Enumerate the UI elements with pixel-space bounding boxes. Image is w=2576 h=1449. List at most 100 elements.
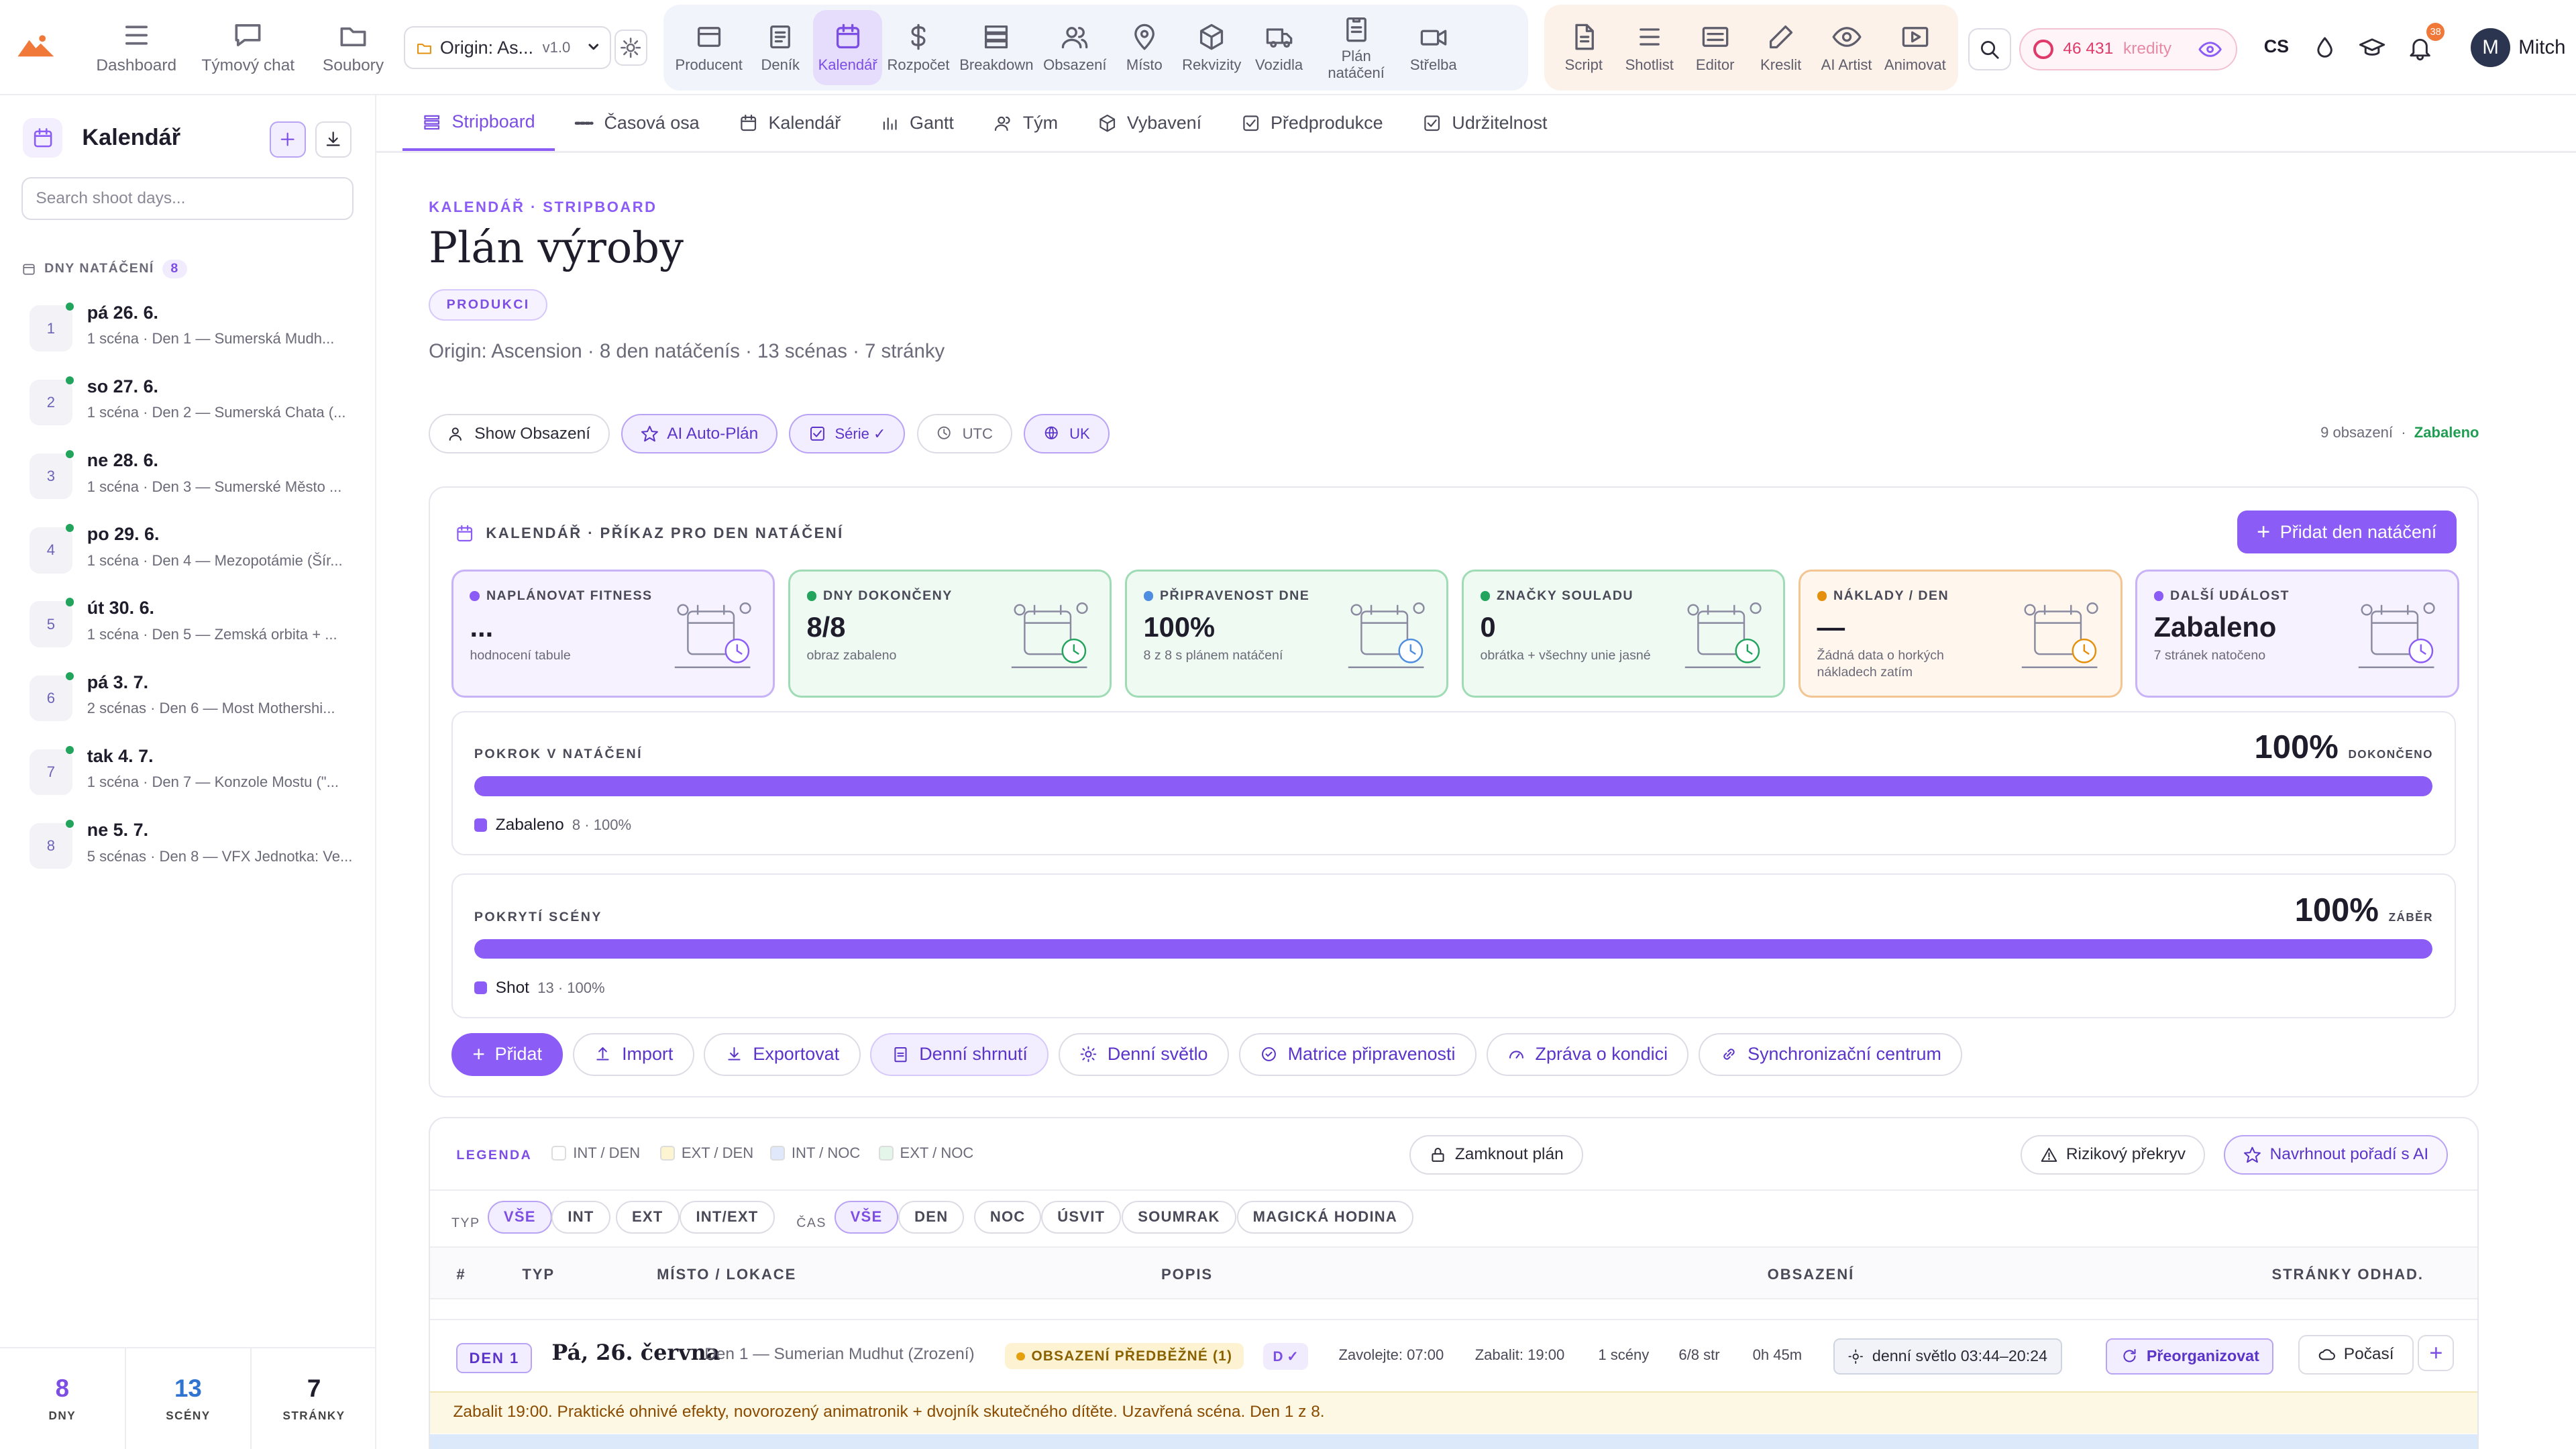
readiness-matrix-button[interactable]: Matrice připravenosti	[1238, 1032, 1477, 1076]
plus-icon: +	[472, 1042, 485, 1067]
tab-sustainability[interactable]: Udržitelnost	[1403, 95, 1567, 151]
graduation-cap-icon[interactable]	[2357, 34, 2387, 60]
daylight-button[interactable]: Denní světlo	[1058, 1032, 1229, 1076]
add-day-icon[interactable]	[269, 121, 306, 158]
tool-script[interactable]: Script	[1551, 10, 1617, 86]
stat-value: 13	[174, 1374, 202, 1402]
weather-button[interactable]: Počasí	[2298, 1335, 2414, 1375]
reorganize-button[interactable]: Přeorganizovat	[2106, 1338, 2274, 1375]
tab-team[interactable]: Tým	[973, 95, 1077, 151]
settings-gear-icon[interactable]	[614, 30, 647, 66]
user-name[interactable]: Mitch	[2518, 36, 2565, 59]
credits-pill[interactable]: 46 431 kredity	[2019, 28, 2238, 71]
kpi-card[interactable]: ZNAČKY SOULADU 0 obrátka + všechny unie ja…	[1462, 570, 1786, 698]
ai-order-button[interactable]: Navrhnout pořadí s AI	[2224, 1134, 2449, 1175]
filter-time-dusk[interactable]: SOUMRAK	[1122, 1200, 1236, 1234]
tab-stripboard[interactable]: Stripboard	[402, 95, 555, 152]
tool-ai-artist[interactable]: AI Artist	[1814, 10, 1880, 86]
tab-preproduction[interactable]: Předprodukce	[1222, 95, 1403, 151]
filter-type-all[interactable]: VŠE	[487, 1200, 552, 1234]
kpi-value: ...	[470, 611, 494, 643]
filter-time-day[interactable]: DEN	[898, 1200, 965, 1234]
avatar[interactable]: M	[2471, 28, 2511, 68]
ai-auto-plan-button[interactable]: AI Auto-Plán	[621, 414, 778, 453]
show-cast-button[interactable]: Show Obsazení	[429, 414, 610, 453]
daily-summary-button[interactable]: Denní shrnutí	[870, 1032, 1049, 1076]
series-toggle[interactable]: Série ✓	[789, 414, 906, 453]
tool-editor[interactable]: Editor	[1682, 10, 1748, 86]
project-selector[interactable]: Origin: As... v1.0	[404, 26, 611, 69]
kpi-card[interactable]: DNY DOKONČENY 8/8 obraz zabaleno	[788, 570, 1112, 698]
tool-strelba[interactable]: Střelba	[1401, 10, 1466, 86]
filter-type-ext[interactable]: EXT	[615, 1200, 680, 1234]
tool-animovat[interactable]: Animovat	[1880, 10, 1951, 86]
kpi-card[interactable]: NAPLÁNOVAT FITNESS... hodnocení tabule	[451, 570, 775, 698]
add-shoot-day-button[interactable]: + Přidat den natáčení	[2237, 511, 2457, 553]
tool-producent[interactable]: Producent	[670, 10, 747, 86]
sync-center-button[interactable]: Synchronizační centrum	[1699, 1032, 1963, 1076]
tab-timeline[interactable]: Časová osa	[555, 95, 719, 151]
import-button[interactable]: Import	[573, 1032, 694, 1076]
kpi-card[interactable]: PŘIPRAVENOST DNE 100% 8 z 8 s plánem natáč…	[1125, 570, 1449, 698]
day-tag: DEN 1	[456, 1343, 533, 1374]
tool-denik[interactable]: Deník	[747, 10, 813, 86]
header-meta: 9 obsazení · Zabaleno	[2320, 424, 2479, 441]
status-text: Zabaleno	[2414, 423, 2479, 441]
sidebar-day-item[interactable]: 7 tak 4. 7. 1 scéna · Den 7 — Konzole Most…	[30, 745, 358, 812]
scene-strip[interactable]	[430, 1434, 2477, 1449]
tool-plan-natacení[interactable]: Plán natáčení	[1312, 10, 1401, 86]
search-input[interactable]: Search shoot days...	[21, 177, 354, 221]
download-icon[interactable]	[315, 121, 352, 158]
sidebar-day-item[interactable]: 4 po 29. 6. 1 scéna · Den 4 — Mezopotámie …	[30, 524, 358, 590]
sidebar-day-item[interactable]: 5 út 30. 6. 1 scéna · Den 5 — Zemská orbit…	[30, 598, 358, 663]
filter-time-magic-hour[interactable]: MAGICKÁ HODINA	[1236, 1200, 1414, 1234]
add-button[interactable]: + Přidat	[451, 1032, 564, 1076]
export-button[interactable]: Exportovat	[704, 1032, 861, 1076]
tab-calendar[interactable]: Kalendář	[719, 95, 861, 151]
nav-dashboard[interactable]: Dashboard	[85, 6, 187, 88]
filter-time-dawn[interactable]: ÚSVIT	[1041, 1200, 1122, 1234]
sidebar-day-item[interactable]: 6 pá 3. 7. 2 scénas · Den 6 — Most Mothers…	[30, 672, 358, 738]
tool-misto[interactable]: Místo	[1112, 10, 1177, 86]
top-bar: Dashboard Týmový chat Soubory Origin: As…	[0, 0, 2576, 96]
add-scene-icon[interactable]: +	[2418, 1335, 2455, 1371]
day-date: út 30. 6.	[87, 598, 155, 619]
tool-breakdown[interactable]: Breakdown	[955, 10, 1038, 86]
filter-type-int-ext[interactable]: INT/EXT	[680, 1200, 775, 1234]
tool-vozidla[interactable]: Vozidla	[1246, 10, 1312, 86]
tool-rozpocet[interactable]: Rozpočet	[882, 10, 955, 86]
filter-time-night[interactable]: NOC	[973, 1200, 1042, 1234]
filter-time-all[interactable]: VŠE	[834, 1200, 899, 1234]
app-logo-icon[interactable]	[0, 0, 72, 95]
kpi-card[interactable]: DALŠÍ UDÁLOST Zabaleno 7 stránek natočeno	[2135, 570, 2459, 698]
nav-files[interactable]: Soubory	[309, 6, 397, 88]
language-switch[interactable]: CS	[2264, 36, 2289, 57]
tool-rekvizity[interactable]: Rekvizity	[1177, 10, 1246, 86]
tool-kalendar[interactable]: Kalendář	[813, 9, 883, 86]
drop-icon[interactable]	[2312, 34, 2338, 60]
kpi-card[interactable]: NÁKLADY / DEN — Žádná data o horkých nákla…	[1799, 570, 2123, 698]
status-dot	[65, 450, 74, 459]
chip-label: UTC	[962, 425, 993, 442]
tab-gantt[interactable]: Gantt	[861, 95, 974, 151]
legend-meta: 8 · 100%	[572, 816, 632, 834]
health-report-button[interactable]: Zpráva o kondici	[1486, 1032, 1689, 1076]
search-icon[interactable]	[1968, 28, 2011, 71]
utc-toggle[interactable]: UTC	[916, 414, 1012, 453]
lock-plan-button[interactable]: Zamknout plán	[1409, 1134, 1583, 1175]
sidebar-day-item[interactable]: 1 pá 26. 6. 1 scéna · Den 1 — Sumerská Mud…	[30, 302, 358, 368]
tab-equipment[interactable]: Vybavení	[1077, 95, 1221, 151]
risk-overlap-button[interactable]: Rizikový překryv	[2020, 1134, 2205, 1175]
nav-team-chat[interactable]: Týmový chat	[187, 6, 309, 88]
sidebar-day-item[interactable]: 3 ne 28. 6. 1 scéna · Den 3 — Sumerské Měs…	[30, 450, 358, 516]
tab-label: Kalendář	[768, 113, 841, 133]
sidebar-day-item[interactable]: 8 ne 5. 7. 5 scénas · Den 8 — VFX Jednotka…	[30, 820, 358, 885]
day-strip-header[interactable]: DEN 1 Pá, 26. června Den 1 — Sumerian Mu…	[430, 1319, 2477, 1391]
tool-obsazeni[interactable]: Obsazení	[1038, 10, 1112, 86]
sidebar-day-item[interactable]: 2 so 27. 6. 1 scéna · Den 2 — Sumerská Cha…	[30, 376, 358, 442]
tool-shotlist[interactable]: Shotlist	[1617, 10, 1682, 86]
region-selector[interactable]: UK	[1024, 414, 1110, 453]
filter-type-int[interactable]: INT	[551, 1200, 610, 1234]
timeline-icon	[574, 113, 594, 133]
tool-kreslit[interactable]: Kreslit	[1748, 10, 1814, 86]
